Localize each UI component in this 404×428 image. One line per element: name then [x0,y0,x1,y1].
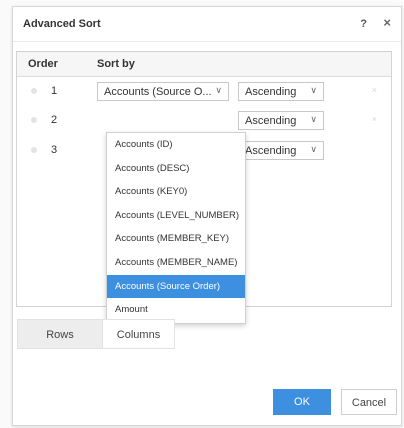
row-order-number: 2 [51,114,58,126]
dialog-title: Advanced Sort [23,18,101,30]
dropdown-option[interactable]: Accounts (DESC) [107,157,245,181]
sort-direction-select[interactable]: Ascending ∨ [238,141,324,160]
dropdown-option-selected[interactable]: Accounts (Source Order) [107,274,245,299]
sort-by-dropdown-list: Accounts (ID) Accounts (DESC) Accounts (… [106,132,246,324]
delete-row-icon[interactable]: × [372,85,377,95]
drag-handle-icon[interactable] [31,117,37,123]
chevron-down-icon: ∨ [310,144,317,154]
dropdown-option[interactable]: Accounts (LEVEL_NUMBER) [107,204,245,228]
sort-by-value: Accounts (Source O... [104,86,212,98]
sort-direction-select[interactable]: Ascending ∨ [238,82,324,101]
dialog-titlebar: Advanced Sort ? × [13,7,401,42]
tab-rows[interactable]: Rows [17,319,103,349]
row-order-number: 1 [51,85,58,97]
close-icon[interactable]: × [383,16,391,29]
grid-header: Order Sort by [17,52,391,77]
drag-handle-icon[interactable] [31,147,37,153]
sort-by-select[interactable]: Accounts (Source O... ∨ [97,82,229,101]
sort-direction-value: Ascending [245,115,297,127]
sort-direction-value: Ascending [245,86,297,98]
row-order-number: 3 [51,144,58,156]
dropdown-option[interactable]: Accounts (KEY0) [107,180,245,204]
cancel-button[interactable]: Cancel [341,389,397,415]
dropdown-option[interactable]: Accounts (MEMBER_KEY) [107,227,245,251]
ok-button[interactable]: OK [273,389,331,415]
chevron-down-icon: ∨ [215,85,222,95]
order-column-header: Order [28,58,58,70]
chevron-down-icon: ∨ [310,114,317,124]
tab-columns[interactable]: Columns [103,319,175,349]
drag-handle-icon[interactable] [31,88,37,94]
sort-direction-select[interactable]: Ascending ∨ [238,111,324,130]
dropdown-option[interactable]: Accounts (MEMBER_NAME) [107,251,245,275]
sort-by-column-header: Sort by [97,58,135,70]
sort-row: 2 Ascending ∨ × [17,107,391,134]
dropdown-option[interactable]: Accounts (ID) [107,133,245,157]
chevron-down-icon: ∨ [310,85,317,95]
help-icon[interactable]: ? [360,18,367,30]
sort-row: 1 Accounts (Source O... ∨ Ascending ∨ × [17,78,391,105]
sort-direction-value: Ascending [245,145,297,157]
delete-row-icon[interactable]: × [372,114,377,124]
